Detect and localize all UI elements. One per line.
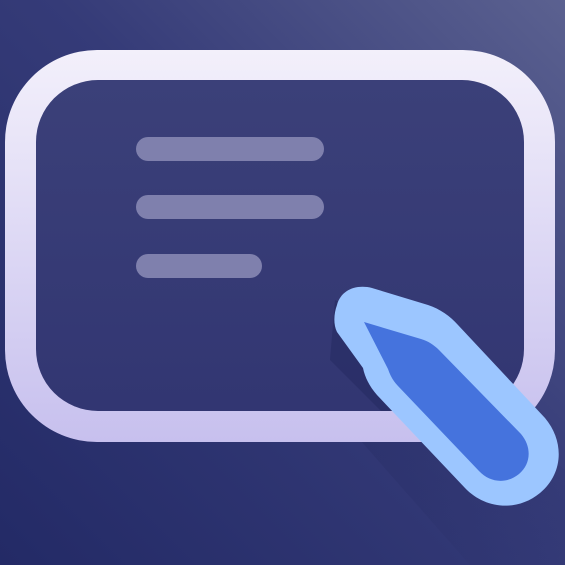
text-line-1 xyxy=(136,137,324,161)
text-line-2 xyxy=(136,195,324,219)
text-line-3 xyxy=(136,254,262,278)
app-icon xyxy=(0,0,565,565)
app-icon-artwork xyxy=(0,0,565,565)
